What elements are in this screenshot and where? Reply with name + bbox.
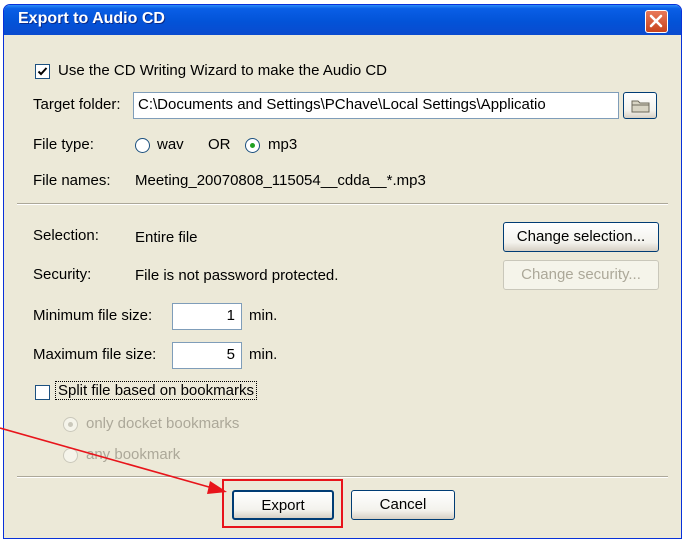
- annotation-arrow: [0, 427, 227, 494]
